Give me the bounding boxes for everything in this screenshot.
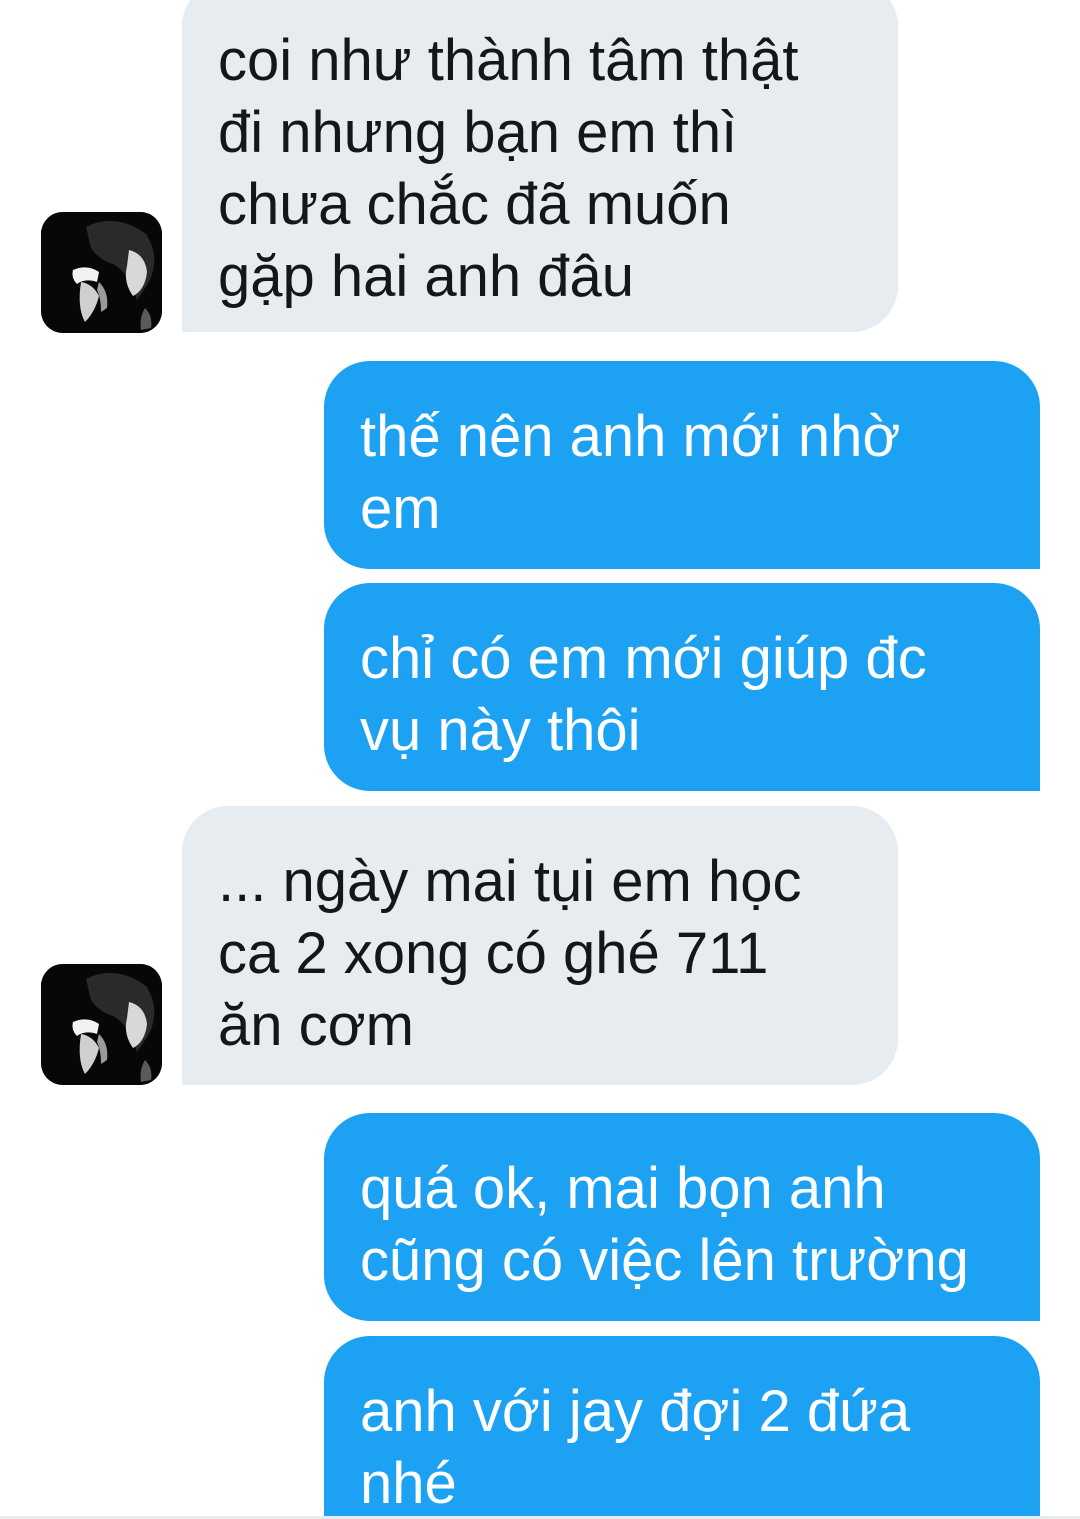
outgoing-message-bubble[interactable]: chỉ có em mới giúp đc vụ này thôi (324, 583, 1040, 791)
avatar-icon (41, 212, 162, 333)
incoming-message-bubble[interactable]: coi như thành tâm thật đi nhưng bạn em t… (182, 0, 898, 332)
outgoing-message-bubble[interactable]: quá ok, mai bọn anh cũng có việc lên trư… (324, 1113, 1040, 1321)
contact-avatar[interactable] (41, 212, 162, 333)
avatar-icon (41, 964, 162, 1085)
contact-avatar[interactable] (41, 964, 162, 1085)
message-thread: coi như thành tâm thật đi nhưng bạn em t… (0, 0, 1080, 1519)
outgoing-message-bubble[interactable]: thế nên anh mới nhờ em (324, 361, 1040, 569)
outgoing-message-bubble[interactable]: anh với jay đợi 2 đứa nhé (324, 1336, 1040, 1519)
incoming-message-bubble[interactable]: ... ngày mai tụi em học ca 2 xong có ghé… (182, 806, 898, 1085)
